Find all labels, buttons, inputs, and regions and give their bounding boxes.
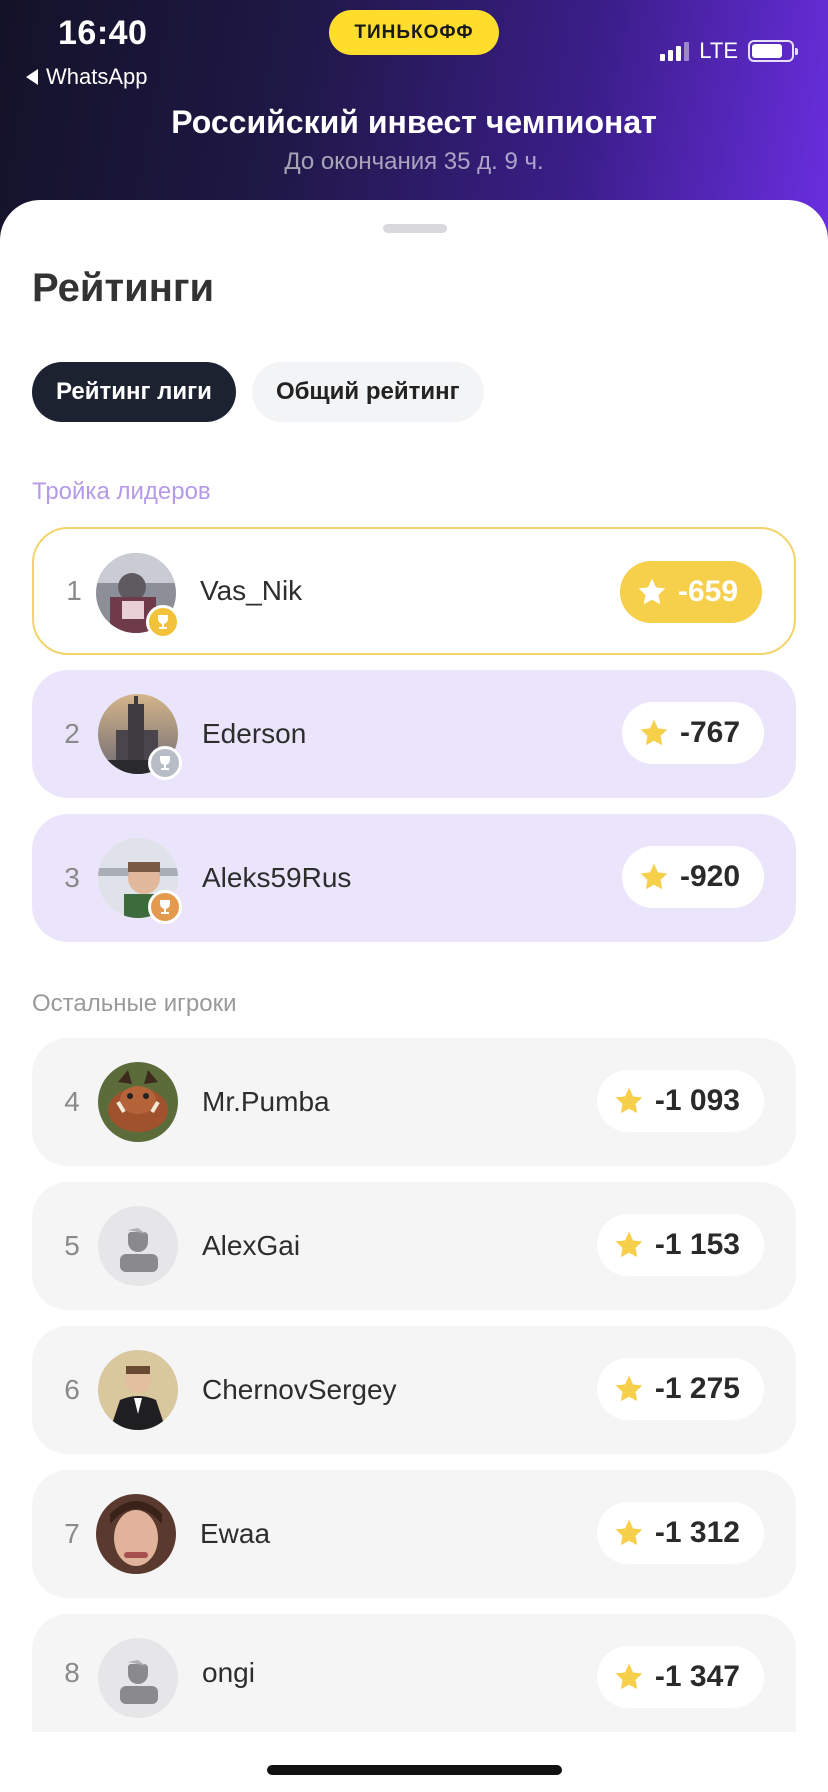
- rank-number: 8: [64, 1657, 80, 1688]
- rank-number: 3: [64, 862, 80, 893]
- star-icon: [615, 1087, 643, 1114]
- player-name: Ewaa: [200, 1518, 271, 1549]
- score-value: -1 347: [654, 1660, 740, 1693]
- player-name: ChernovSergey: [202, 1374, 397, 1405]
- leader-row[interactable]: 3 Aleks59Rus -920: [32, 814, 796, 942]
- star-icon: [615, 1375, 643, 1402]
- back-arrow-icon: [26, 69, 38, 85]
- avatar: [98, 838, 182, 924]
- player-name: AlexGai: [202, 1230, 301, 1261]
- star-icon: [640, 719, 668, 746]
- score-value: -659: [677, 575, 738, 608]
- player-row[interactable]: 7 Ewaa -1 312: [32, 1470, 796, 1598]
- score-badge: -920: [621, 846, 764, 908]
- score-badge: -1 312: [596, 1502, 764, 1564]
- score-badge: -767: [621, 702, 764, 764]
- leader-row[interactable]: 1 Vas_Nik -659: [32, 527, 796, 655]
- player-name: Ederson: [202, 718, 307, 749]
- star-icon: [638, 578, 666, 605]
- player-name: Mr.Pumba: [202, 1086, 330, 1117]
- score-value: -767: [679, 716, 740, 749]
- score-badge: -1 347: [596, 1646, 764, 1708]
- star-icon: [640, 863, 668, 890]
- leaders-section-label: Тройка лидеров: [32, 478, 211, 505]
- avatar: [96, 553, 180, 639]
- score-value: -1 153: [654, 1228, 740, 1261]
- sheet-grabber[interactable]: [383, 224, 447, 233]
- rank-number: 5: [64, 1230, 80, 1261]
- score-value: -1 312: [654, 1516, 740, 1549]
- rank-number: 1: [66, 575, 82, 606]
- player-name: Aleks59Rus: [202, 862, 352, 893]
- rank-number: 4: [64, 1086, 80, 1117]
- trophy-icon: [148, 890, 182, 924]
- status-indicators: LTE: [660, 38, 798, 64]
- score-badge: -1 093: [596, 1070, 764, 1132]
- score-badge: -659: [619, 561, 762, 623]
- player-row[interactable]: 8 ongi -1 347: [32, 1614, 796, 1732]
- avatar: [98, 1350, 178, 1430]
- player-name: ongi: [202, 1657, 255, 1688]
- rank-number: 2: [64, 718, 80, 749]
- player-name: Vas_Nik: [200, 575, 303, 606]
- avatar: [96, 1494, 176, 1574]
- tab-league-rating[interactable]: Рейтинг лиги: [32, 362, 236, 422]
- back-to-app[interactable]: WhatsApp: [26, 64, 148, 90]
- back-app-label: WhatsApp: [46, 64, 148, 89]
- trophy-icon: [148, 746, 182, 780]
- star-icon: [615, 1519, 643, 1546]
- page-title: Российский инвест чемпионат: [171, 104, 657, 140]
- player-row[interactable]: 5 AlexGai -1 153: [32, 1182, 796, 1310]
- score-badge: -1 275: [596, 1358, 764, 1420]
- rank-number: 6: [64, 1374, 80, 1405]
- avatar: [98, 1062, 178, 1142]
- trophy-icon: [146, 605, 180, 639]
- player-row[interactable]: 4 Mr.Pumba -1 093: [32, 1038, 796, 1166]
- home-indicator[interactable]: [267, 1765, 562, 1775]
- rank-number: 7: [64, 1518, 80, 1549]
- star-icon: [615, 1663, 643, 1690]
- battery-icon: [748, 40, 798, 62]
- tab-overall-rating[interactable]: Общий рейтинг: [251, 362, 484, 422]
- score-value: -920: [679, 860, 740, 893]
- leader-row[interactable]: 2 Ederson -767: [32, 670, 796, 798]
- screen: 16:40 WhatsApp ТИНЬКОФФ LTE Российский и…: [0, 0, 828, 1792]
- others-section-label: Остальные игроки: [32, 990, 237, 1017]
- player-row[interactable]: 6 ChernovSergey -1 275: [32, 1326, 796, 1454]
- rating-tabs: Рейтинг лиги Общий рейтинг: [32, 362, 484, 422]
- avatar-placeholder-icon: [98, 1206, 178, 1286]
- ratings-sheet: Рейтинги Рейтинг лиги Общий рейтинг Трой…: [0, 200, 828, 1792]
- star-icon: [615, 1231, 643, 1258]
- avatar: [98, 694, 182, 780]
- score-badge: -1 153: [596, 1214, 764, 1276]
- sheet-title: Рейтинги: [32, 266, 215, 310]
- network-label: LTE: [699, 38, 738, 63]
- signal-icon: [660, 41, 690, 61]
- status-time: 16:40: [58, 14, 148, 52]
- countdown-text: До окончания 35 д. 9 ч.: [284, 148, 544, 175]
- score-value: -1 093: [654, 1084, 740, 1117]
- brand-logo: ТИНЬКОФФ: [329, 10, 499, 55]
- score-value: -1 275: [654, 1372, 740, 1405]
- avatar-placeholder-icon: [98, 1638, 178, 1718]
